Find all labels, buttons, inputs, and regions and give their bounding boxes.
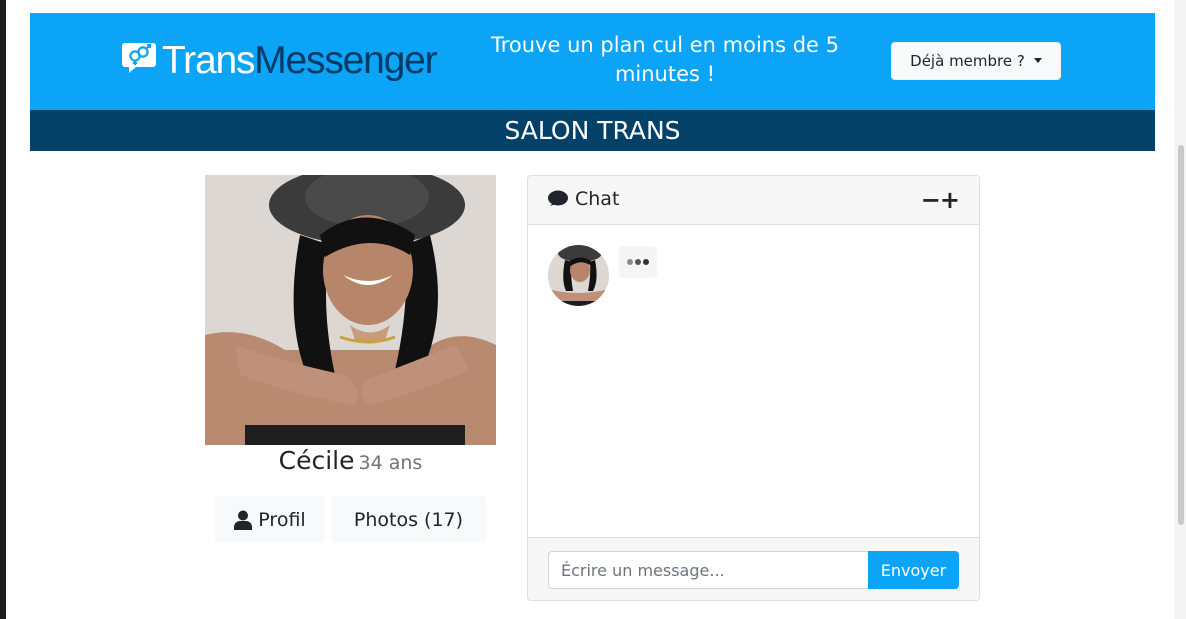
profile-name-line: Cécile 34 ans — [205, 446, 496, 475]
chat-avatar[interactable] — [548, 245, 609, 306]
profile-button[interactable]: Profil — [215, 496, 325, 543]
chat-composer: Envoyer — [528, 537, 979, 600]
profile-age: 34 ans — [358, 452, 423, 474]
member-login-dropdown[interactable]: Déjà membre ? — [891, 42, 1061, 80]
message-input[interactable] — [548, 551, 868, 589]
photos-button[interactable]: Photos (17) — [331, 496, 486, 543]
chat-header: Chat −+ — [528, 176, 979, 225]
chat-title: Chat — [575, 188, 620, 210]
typing-indicator — [619, 246, 657, 278]
caret-down-icon — [1033, 57, 1042, 63]
typing-dot-icon — [643, 259, 649, 265]
profile-photo[interactable] — [205, 175, 496, 445]
logo-wordmark: TransMessenger — [162, 38, 438, 82]
site-logo[interactable]: TransMessenger — [122, 35, 438, 85]
gender-chat-logo-icon — [122, 43, 156, 73]
profile-photo-image — [205, 175, 496, 445]
typing-dot-icon — [627, 259, 633, 265]
member-login-label: Déjà membre ? — [910, 52, 1025, 70]
send-button[interactable]: Envoyer — [868, 551, 959, 589]
logo-text-messenger: Messenger — [254, 38, 437, 82]
profile-name: Cécile — [278, 446, 355, 475]
chat-avatar-image — [548, 245, 609, 306]
site-header: TransMessenger Trouve un plan cul en moi… — [30, 13, 1155, 110]
photos-button-label: Photos (17) — [353, 508, 464, 531]
room-title-bar: SALON TRANS — [30, 110, 1155, 151]
comment-icon — [548, 190, 568, 206]
header-tagline: Trouve un plan cul en moins de 5 minutes… — [490, 33, 840, 86]
chat-title-group: Chat — [548, 188, 619, 210]
room-title: SALON TRANS — [504, 116, 681, 145]
scrollbar-thumb[interactable] — [1178, 145, 1184, 525]
user-icon — [234, 510, 253, 530]
window-edge — [0, 0, 6, 619]
logo-text-trans: Trans — [162, 38, 255, 82]
scrollbar[interactable] — [1174, 0, 1186, 619]
chat-zoom-controls[interactable]: −+ — [921, 186, 960, 214]
chat-panel: Chat −+ Envoyer — [527, 175, 980, 601]
profile-button-label: Profil — [258, 508, 306, 531]
typing-dot-icon — [635, 259, 641, 265]
